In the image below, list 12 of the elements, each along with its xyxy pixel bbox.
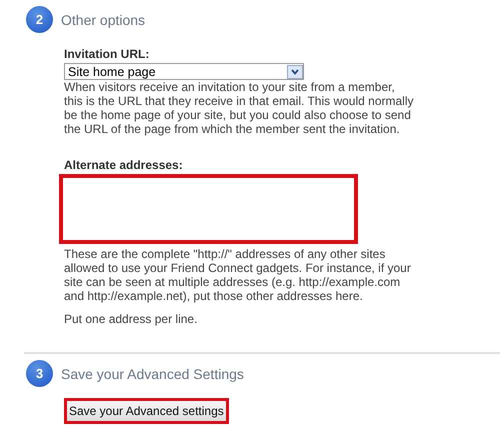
step-number-badge: 2 (26, 6, 53, 33)
help-text: Put one address per line. (64, 312, 198, 326)
section-title: Save your Advanced Settings (61, 366, 244, 382)
section-title: Other options (61, 12, 146, 28)
addresses-field[interactable] (59, 174, 358, 244)
save-button[interactable]: Save your Advanced settings (64, 398, 229, 424)
dropdown[interactable]: Site home page (64, 63, 304, 80)
field-label: Alternate addresses: (64, 158, 183, 172)
step-number-badge: 3 (26, 360, 53, 387)
field-label: Invitation URL: (64, 47, 150, 61)
help-text: These are the complete "http://" addresses of any other sites allowed to use your Friend Connect gadgets. For instance, if your site can be seen at multiple addresses (e.g. http://example.com and http://example.net), put those other addresses here. (64, 247, 412, 303)
help-text: When visitors receive an invitation to your site from a member, this is the URL that they receive in that email. This would normally be the home page of your site, but you could also choose to send the URL of the page from which the member sent the invitation. (64, 80, 414, 136)
